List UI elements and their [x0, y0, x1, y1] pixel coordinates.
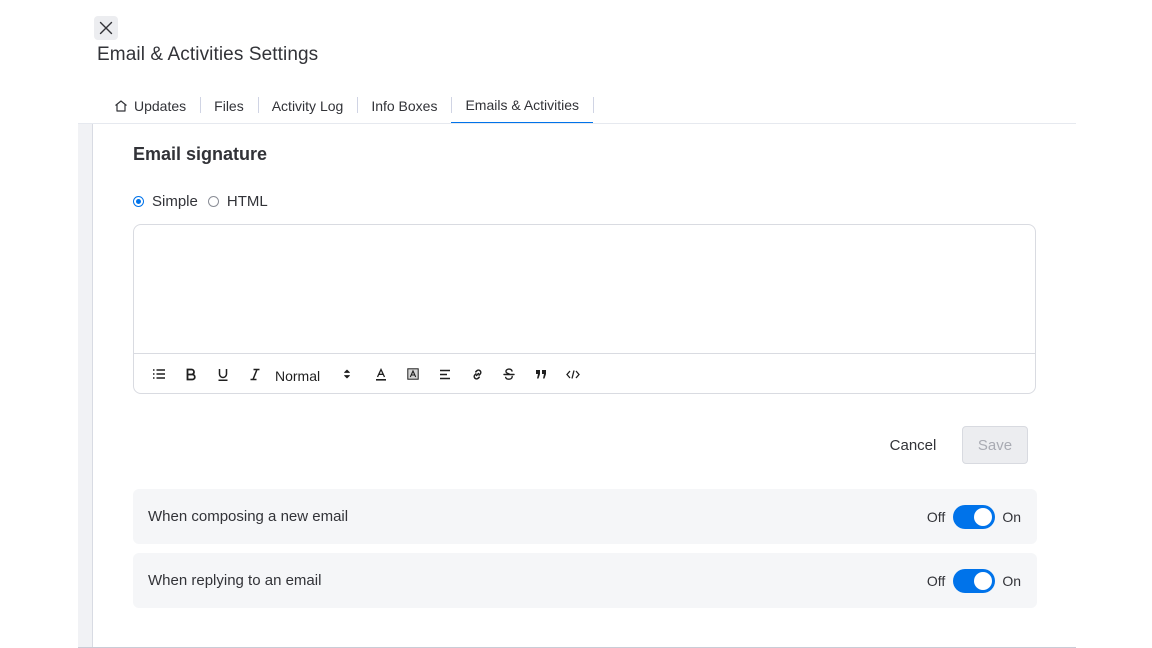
reply-toggle[interactable] — [953, 568, 996, 593]
code-icon — [566, 369, 580, 379]
toggle-on-label: On — [1002, 572, 1021, 589]
tab-info-boxes[interactable]: Info Boxes — [357, 88, 451, 124]
cancel-button[interactable]: Cancel — [874, 426, 952, 464]
strikethrough-button[interactable] — [493, 360, 525, 388]
home-icon — [114, 99, 128, 113]
code-button[interactable] — [557, 360, 589, 388]
tab-files[interactable]: Files — [200, 88, 258, 124]
radio-html[interactable] — [207, 196, 219, 207]
tab-activity-log[interactable]: Activity Log — [257, 88, 358, 124]
editor-toolbar: Normal — [134, 354, 1035, 393]
tab-updates[interactable]: Updates — [100, 88, 200, 124]
link-icon — [473, 368, 481, 380]
align-icon — [440, 369, 450, 379]
setting-label: When replying to an email — [148, 572, 322, 589]
toggle-off-label: Off — [926, 572, 946, 589]
setting-row-reply: When replying to an email Off On — [133, 553, 1037, 608]
dialog-title: Email & Activities Settings — [97, 44, 319, 65]
signature-editor: Normal — [133, 224, 1036, 394]
panel-left-border — [78, 124, 93, 648]
toggle-group: Off On — [926, 568, 1021, 593]
bold-icon — [186, 368, 196, 380]
heading-select-value: Normal — [275, 368, 321, 384]
tab-label: Activity Log — [271, 98, 344, 114]
blockquote-icon — [536, 369, 546, 378]
background-color-button[interactable] — [397, 360, 429, 388]
save-button[interactable]: Save — [962, 426, 1028, 464]
radio-html-label[interactable]: HTML — [227, 193, 268, 210]
list-button[interactable] — [143, 360, 175, 388]
tab-emails-activities[interactable]: Emails & Activities — [451, 88, 594, 124]
section-title: Email signature — [133, 144, 268, 164]
close-button[interactable] — [94, 16, 118, 40]
tab-label: Files — [214, 98, 244, 114]
updown-chevron-icon — [344, 369, 350, 379]
tab-label: Info Boxes — [371, 98, 438, 114]
setting-row-compose: When composing a new email Off On — [133, 489, 1037, 544]
tab-separator — [593, 88, 595, 124]
close-icon — [99, 21, 113, 35]
toggle-group: Off On — [926, 504, 1021, 529]
align-button[interactable] — [429, 360, 461, 388]
radio-simple-label[interactable]: Simple — [152, 193, 198, 210]
heading-select[interactable]: Normal — [271, 360, 355, 388]
blockquote-button[interactable] — [525, 360, 557, 388]
compose-toggle[interactable] — [953, 504, 996, 529]
list-icon — [153, 369, 165, 379]
font-color-button[interactable] — [365, 360, 397, 388]
underline-button[interactable] — [207, 360, 239, 388]
tabs-divider — [78, 123, 1076, 124]
tab-label: Emails & Activities — [465, 97, 580, 113]
bold-button[interactable] — [175, 360, 207, 388]
radio-simple[interactable] — [133, 196, 144, 207]
italic-icon — [250, 368, 260, 380]
font-color-icon — [376, 367, 386, 381]
toggle-on-label: On — [1002, 508, 1021, 525]
italic-button[interactable] — [239, 360, 271, 388]
link-button[interactable] — [461, 360, 493, 388]
tab-label: Updates — [134, 98, 187, 114]
signature-text-area[interactable] — [134, 225, 1035, 354]
signature-mode-group: Simple HTML — [133, 193, 278, 210]
underline-icon — [218, 368, 228, 381]
tab-bar: Updates Files Activity Log Info Boxes Em… — [100, 88, 595, 124]
background-color-icon — [407, 367, 419, 380]
strikethrough-icon — [503, 367, 515, 380]
toggle-off-label: Off — [926, 508, 946, 525]
setting-label: When composing a new email — [148, 508, 349, 525]
